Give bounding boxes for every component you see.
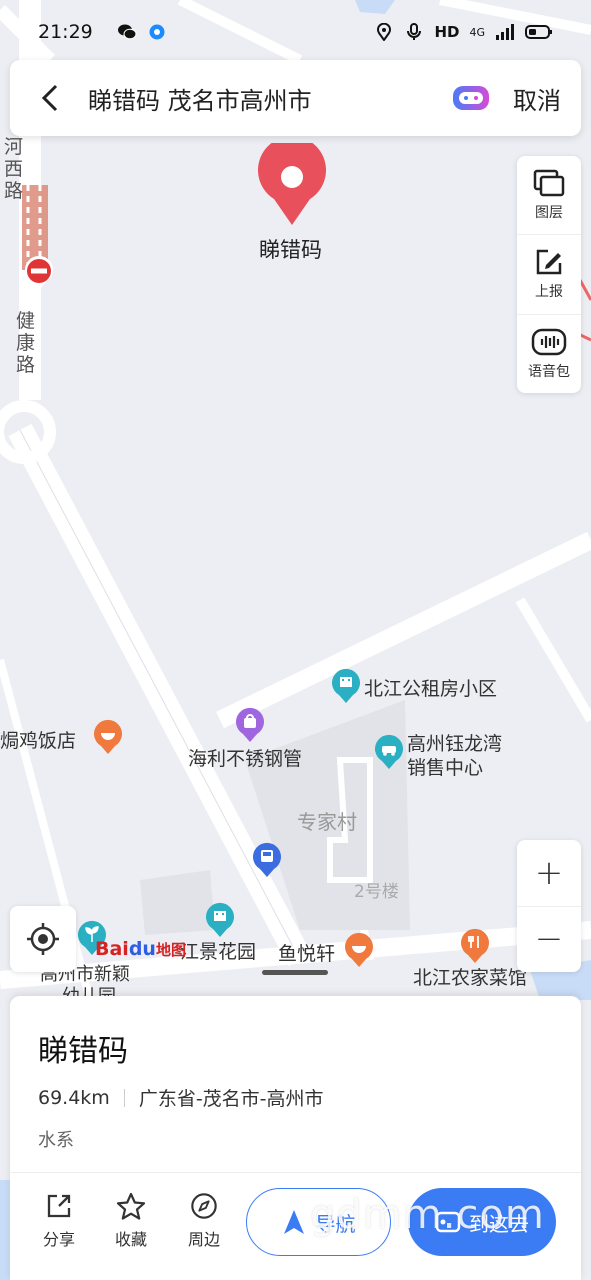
crosshair-icon [27,923,59,955]
location-icon [377,23,392,41]
share-button[interactable]: 分享 [34,1192,84,1250]
meta-divider [123,1088,125,1107]
layers-icon [533,169,565,197]
voice-pack-icon [531,328,567,356]
report-label: 上报 [535,284,563,301]
place-name: 睇错码 [38,1034,128,1069]
nearby-label: 周边 [187,1230,220,1249]
poi-beijiang-housing[interactable]: 北江公租房小区 [364,674,497,701]
search-bar[interactable]: 睇错码 茂名市高州市 取消 [10,60,581,136]
area-label-zhuanjia: 专家村 [297,810,357,834]
poi-yulongwan-1[interactable]: 高州钰龙湾 [407,729,502,756]
status-time: 21:29 [38,21,93,43]
building-label-2: 2号楼 [354,882,399,902]
nearby-button[interactable]: 周边 [179,1192,229,1250]
poi-chicken-restaurant[interactable]: 焗鸡饭店 [0,726,76,753]
poi-yuyuexuan[interactable]: 鱼悦轩 [278,939,335,966]
poi-beijiang-farm[interactable]: 北江农家菜馆 [413,963,527,990]
place-meta: 69.4km 广东省-茂名市-高州市 [38,1084,324,1111]
poi-jiangjing-garden[interactable]: 江景花园 [180,937,256,964]
destination-pin-icon[interactable] [256,143,328,227]
voice-pack-label: 语音包 [528,363,570,380]
baidu-map-logo: Baidu地图 [95,938,186,960]
bus-stop-icon[interactable] [252,842,282,878]
hd-indicator: HD [434,23,460,41]
ai-assistant-icon[interactable] [451,83,491,113]
car-icon[interactable] [374,734,404,770]
poi-haili-steel[interactable]: 海利不锈钢管 [188,744,302,771]
compass-icon [191,1193,217,1219]
poi-yulongwan-2[interactable]: 销售中心 [407,753,483,780]
locate-button[interactable] [10,906,76,972]
status-bar: 21:29 HD 4G [0,0,591,64]
share-icon [47,1194,71,1218]
microphone-icon [407,23,422,40]
report-button[interactable]: 上报 [517,234,581,313]
navigation-arrow-icon [283,1210,304,1234]
no-entry-icon [25,255,53,290]
search-query[interactable]: 睇错码 茂名市高州市 [88,81,451,116]
app-notification-icon [149,24,165,40]
fork-knife-icon[interactable] [460,928,490,964]
map-tool-panel: 图层 上报 语音包 [517,156,581,393]
watermark-text: gdmm.com [310,1192,545,1238]
signal-icon [496,24,514,40]
building-icon[interactable] [205,902,235,938]
gesture-bar [262,970,328,975]
shopping-bag-icon[interactable] [235,707,265,743]
food-bowl-icon[interactable] [93,719,123,755]
layers-button[interactable]: 图层 [517,156,581,234]
network-type: 4G [469,25,485,39]
place-distance: 69.4km [38,1086,110,1109]
road-label-hexi: 河西路 [4,136,24,202]
back-button[interactable] [38,78,70,118]
cancel-button[interactable]: 取消 [513,81,561,116]
pin-label: 睇错码 [259,238,322,262]
card-divider [10,1172,581,1173]
report-edit-icon [536,250,562,275]
zoom-in-button[interactable]: + [517,840,581,906]
place-type: 水系 [38,1130,74,1151]
battery-icon [525,25,552,39]
chevron-left-icon [41,84,58,112]
place-region: 广东省-茂名市-高州市 [138,1088,324,1110]
favorite-button[interactable]: 收藏 [106,1192,156,1250]
layers-label: 图层 [535,205,563,222]
star-icon [116,1192,146,1220]
share-label: 分享 [42,1230,75,1249]
building-icon[interactable] [331,668,361,704]
wechat-icon [117,24,137,40]
zoom-out-button[interactable]: − [517,905,581,973]
zoom-control: + − [517,840,581,972]
voice-pack-button[interactable]: 语音包 [517,313,581,393]
favorite-label: 收藏 [114,1230,147,1249]
road-label-jiankang: 健康路 [16,310,36,376]
food-bowl-icon[interactable] [344,932,374,968]
